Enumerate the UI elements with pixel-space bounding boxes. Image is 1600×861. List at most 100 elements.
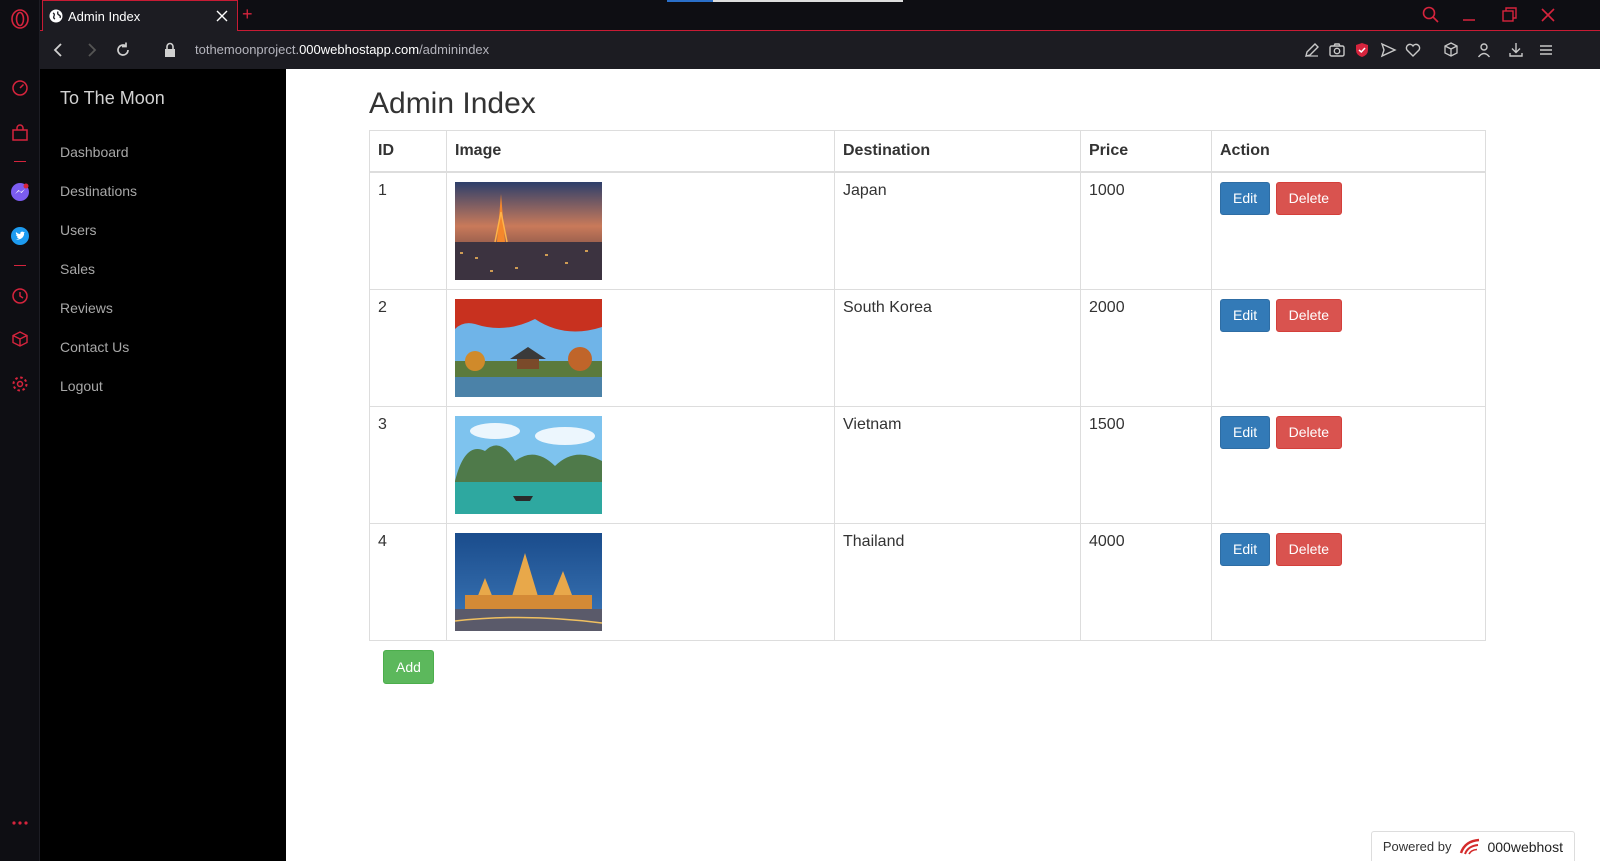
admin-sidebar: To The Moon Dashboard Destinations Users… — [40, 69, 286, 861]
destination-image-thailand — [455, 532, 602, 631]
cell-actions: Edit Delete — [1211, 522, 1486, 641]
000webhost-logo-icon — [1460, 838, 1480, 854]
table-row: 2 South Korea 2000 Edit Delete — [369, 288, 1486, 407]
cell-destination: Vietnam — [834, 405, 1081, 524]
address-bar: tothemoonproject.000webhostapp.com/admin… — [40, 31, 1600, 69]
column-header-destination: Destination — [834, 130, 1081, 173]
close-tab-icon[interactable] — [214, 8, 230, 24]
messenger-icon[interactable] — [9, 181, 31, 203]
sidebar-item-sales[interactable]: Sales — [60, 261, 95, 277]
tab-title: Admin Index — [68, 8, 141, 24]
rail-divider — [14, 265, 26, 266]
account-icon[interactable] — [1475, 41, 1493, 59]
sidebar-item-logout[interactable]: Logout — [60, 378, 103, 394]
powered-by-label: Powered by — [1382, 839, 1452, 854]
url-prefix: tothemoonproject. — [195, 42, 300, 57]
powered-by-badge[interactable]: Powered by 000webhost — [1370, 831, 1575, 861]
extensions-cube-icon[interactable] — [9, 328, 31, 350]
browser-side-rail — [0, 0, 40, 861]
cell-image — [446, 405, 835, 524]
search-icon[interactable] — [1421, 5, 1441, 25]
tab-admin-index[interactable]: Admin Index — [42, 0, 238, 31]
settings-gear-icon[interactable] — [9, 373, 31, 395]
table-row: 4 Thailand 4000 Edit Delete — [369, 522, 1486, 641]
heart-icon[interactable] — [1404, 41, 1422, 59]
column-header-image: Image — [446, 130, 835, 173]
table-row: 1 Japan 1000 Edit Delete — [369, 171, 1486, 290]
sidebar-item-reviews[interactable]: Reviews — [60, 300, 113, 316]
send-icon[interactable] — [1379, 41, 1397, 59]
cell-destination: Japan — [834, 171, 1081, 290]
more-dots-icon[interactable] — [9, 812, 31, 834]
minimize-icon[interactable] — [1459, 5, 1479, 25]
lock-icon[interactable] — [160, 40, 180, 60]
edit-button[interactable]: Edit — [1220, 532, 1271, 566]
cell-price: 4000 — [1080, 522, 1212, 641]
add-button[interactable]: Add — [383, 650, 434, 684]
destination-image-vietnam — [455, 415, 602, 514]
opera-logo-icon[interactable] — [9, 8, 31, 30]
url-host: 000webhostapp.com — [299, 42, 420, 57]
shopping-bag-icon[interactable] — [9, 122, 31, 144]
column-header-id: ID — [369, 130, 447, 173]
cell-id: 1 — [369, 171, 447, 290]
cell-actions: Edit Delete — [1211, 288, 1486, 407]
extensions-icon[interactable] — [1442, 41, 1460, 59]
cell-image — [446, 522, 835, 641]
tab-bar: Admin Index + — [40, 0, 1600, 31]
cell-image — [446, 288, 835, 407]
rail-divider — [14, 161, 26, 162]
destination-image-japan — [455, 181, 602, 280]
main-content: Admin Index ID Image Destination Price A… — [286, 69, 1600, 861]
cell-id: 2 — [369, 288, 447, 407]
delete-button[interactable]: Delete — [1275, 532, 1343, 566]
new-tab-button[interactable]: + — [242, 5, 253, 23]
destination-image-south-korea — [455, 298, 602, 397]
cell-id: 3 — [369, 405, 447, 524]
cell-price: 1000 — [1080, 171, 1212, 290]
cell-price: 1500 — [1080, 405, 1212, 524]
page-title: Admin Index — [369, 87, 536, 120]
cell-destination: South Korea — [834, 288, 1081, 407]
column-header-action: Action — [1211, 130, 1486, 173]
sidebar-item-dashboard[interactable]: Dashboard — [60, 144, 129, 160]
table-header-row: ID Image Destination Price Action — [369, 130, 1486, 173]
url-field[interactable]: tothemoonproject.000webhostapp.com/admin… — [195, 42, 489, 57]
download-icon[interactable] — [1507, 41, 1525, 59]
cell-actions: Edit Delete — [1211, 405, 1486, 524]
column-header-price: Price — [1080, 130, 1212, 173]
window-close-icon[interactable] — [1538, 5, 1558, 25]
powered-by-brand: 000webhost — [1487, 838, 1563, 855]
delete-button[interactable]: Delete — [1275, 415, 1343, 449]
cell-actions: Edit Delete — [1211, 171, 1486, 290]
forward-icon[interactable] — [81, 40, 101, 60]
camera-snapshot-icon[interactable] — [1328, 41, 1346, 59]
back-icon[interactable] — [49, 40, 69, 60]
adblock-shield-icon[interactable] — [1353, 41, 1371, 59]
url-path: /adminindex — [419, 42, 490, 57]
cell-destination: Thailand — [834, 522, 1081, 641]
table-row: 3 Vietnam 1500 Edit Delete — [369, 405, 1486, 524]
sidebar-item-contact-us[interactable]: Contact Us — [60, 339, 129, 355]
twitter-icon[interactable] — [9, 225, 31, 247]
destinations-table: ID Image Destination Price Action 1 Japa… — [369, 130, 1486, 641]
delete-button[interactable]: Delete — [1275, 298, 1343, 332]
delete-button[interactable]: Delete — [1275, 181, 1343, 215]
reload-icon[interactable] — [113, 40, 133, 60]
sidebar-brand[interactable]: To The Moon — [60, 88, 165, 109]
edit-button[interactable]: Edit — [1220, 415, 1271, 449]
edit-button[interactable]: Edit — [1220, 181, 1271, 215]
globe-icon — [49, 9, 63, 23]
easy-setup-menu-icon[interactable] — [1537, 41, 1555, 59]
loading-indicator — [667, 0, 713, 2]
loading-indicator-track — [713, 0, 903, 2]
cell-price: 2000 — [1080, 288, 1212, 407]
cell-id: 4 — [369, 522, 447, 641]
sidebar-item-destinations[interactable]: Destinations — [60, 183, 137, 199]
restore-icon[interactable] — [1499, 5, 1519, 25]
edit-button[interactable]: Edit — [1220, 298, 1271, 332]
history-clock-icon[interactable] — [9, 285, 31, 307]
speed-dial-icon[interactable] — [9, 77, 31, 99]
sidebar-item-users[interactable]: Users — [60, 222, 97, 238]
edit-page-icon[interactable] — [1303, 41, 1321, 59]
